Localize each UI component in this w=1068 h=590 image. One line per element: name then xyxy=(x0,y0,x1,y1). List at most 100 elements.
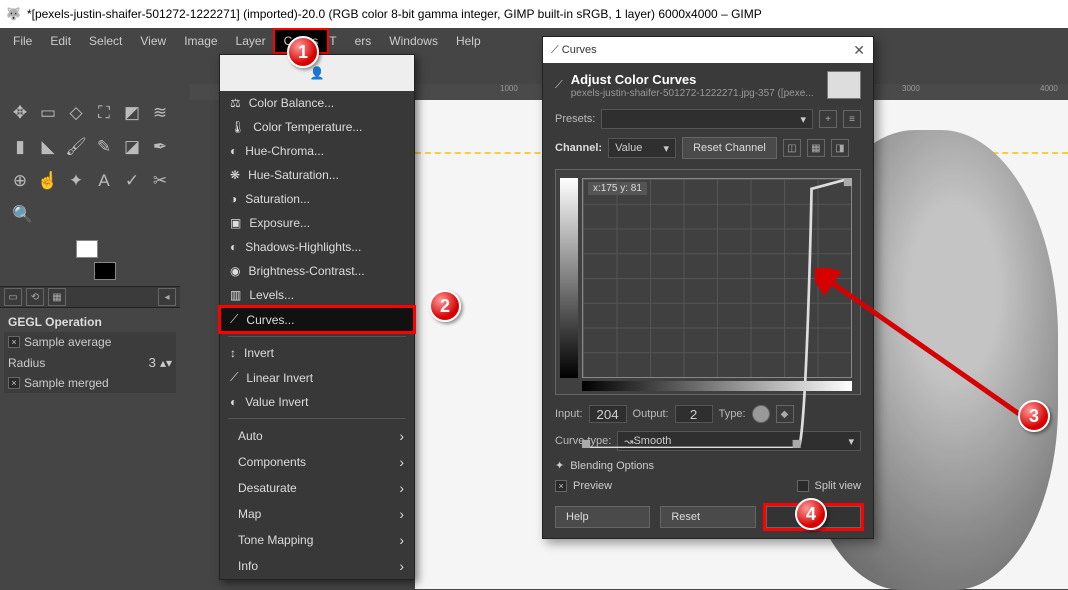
dialog-title: Adjust Color Curves xyxy=(571,72,697,87)
mi-invert[interactable]: ↕Invert xyxy=(220,341,414,365)
opt-radius[interactable]: Radius ▴▾ xyxy=(4,352,176,373)
reset-channel-button[interactable]: Reset Channel xyxy=(682,137,777,159)
dock-menu-icon[interactable]: ◂ xyxy=(158,288,176,306)
mi-exposure[interactable]: ▣Exposure... xyxy=(220,211,414,235)
curve-btn2-icon[interactable]: ▦ xyxy=(807,139,825,157)
dock-tab-history[interactable]: ⟲ xyxy=(26,288,44,306)
dock-tab-device[interactable]: ▭ xyxy=(4,288,22,306)
airbrush-tool[interactable]: ✒ xyxy=(149,133,171,161)
menu-tools-partial[interactable]: T xyxy=(327,30,345,52)
curve-path[interactable] xyxy=(582,178,852,448)
dock-tabbar: ▭ ⟲ ▦ ◂ xyxy=(0,286,180,308)
radius-input[interactable] xyxy=(120,355,156,370)
dock-tab-image[interactable]: ▦ xyxy=(48,288,66,306)
crop-tool[interactable]: ⛶ xyxy=(93,99,115,127)
eraser-tool[interactable]: ◪ xyxy=(121,133,143,161)
callout-2: 2 xyxy=(429,290,461,322)
gradient-horizontal xyxy=(582,381,852,391)
mi-linear-invert[interactable]: ⟋Linear Invert xyxy=(220,365,414,390)
annotation-arrow xyxy=(815,268,1045,438)
mi-components[interactable]: Components xyxy=(220,449,414,475)
mi-saturation[interactable]: ◑Saturation... xyxy=(220,187,414,211)
mi-hue-sat[interactable]: ❋Hue-Saturation... xyxy=(220,163,414,187)
path-tool[interactable]: ✦ xyxy=(65,167,87,195)
preview-thumb xyxy=(827,71,861,99)
menu-thumb: 👤 xyxy=(220,55,414,91)
fg-color[interactable] xyxy=(76,240,98,258)
help-button[interactable]: Help xyxy=(555,506,650,528)
gradient-vertical xyxy=(560,178,578,378)
mi-info[interactable]: Info xyxy=(220,553,414,579)
mi-tone[interactable]: Tone Mapping xyxy=(220,527,414,553)
transform-tool[interactable]: ◩ xyxy=(121,99,143,127)
gradient-tool[interactable]: ◣ xyxy=(37,133,59,161)
measure-tool[interactable]: ✂ xyxy=(149,167,171,195)
menu-windows[interactable]: Windows xyxy=(380,30,447,52)
mi-desaturate[interactable]: Desaturate xyxy=(220,475,414,501)
tool-options-title: GEGL Operation xyxy=(4,312,176,332)
coord-readout: x:175 y: 81 xyxy=(588,182,647,195)
mi-color-temp[interactable]: 🌡Color Temperature... xyxy=(220,115,414,139)
color-swatch[interactable] xyxy=(76,240,122,280)
bg-color[interactable] xyxy=(94,262,116,280)
picker-tool[interactable]: ✓ xyxy=(121,167,143,195)
split-checkbox[interactable] xyxy=(797,480,809,492)
free-select-tool[interactable]: ◇ xyxy=(65,99,87,127)
colors-dropdown: 👤 ⚖Color Balance... 🌡Color Temperature..… xyxy=(219,54,415,580)
mi-shadows[interactable]: ◐Shadows-Highlights... xyxy=(220,235,414,259)
text-tool[interactable]: A xyxy=(93,167,115,195)
mi-value-invert[interactable]: ◐Value Invert xyxy=(220,390,414,414)
opt-sample-average[interactable]: × Sample average xyxy=(4,332,176,352)
close-icon[interactable]: ✕ xyxy=(853,42,865,59)
curve-btn1-icon[interactable]: ◫ xyxy=(783,139,801,157)
blending-expander[interactable]: ✦ Blending Options xyxy=(543,455,873,476)
dialog-titlebar[interactable]: ⟋ Curves ✕ xyxy=(543,37,873,63)
expand-icon: ✦ xyxy=(555,459,564,472)
menu-file[interactable]: File xyxy=(4,30,41,52)
mi-auto[interactable]: Auto xyxy=(220,423,414,449)
callout-4: 4 xyxy=(795,498,827,530)
mi-hue-chroma[interactable]: ◐Hue-Chroma... xyxy=(220,139,414,163)
menu-image[interactable]: Image xyxy=(175,30,226,52)
menubar: File Edit Select View Image Layer Colors… xyxy=(0,28,1068,54)
gimp-icon: 🐺 xyxy=(6,7,21,21)
menu-select[interactable]: Select xyxy=(80,30,131,52)
move-tool[interactable]: ✥ xyxy=(9,99,31,127)
opt-sample-merged[interactable]: × Sample merged xyxy=(4,373,176,393)
curves-icon: ⟋ xyxy=(555,79,563,92)
bucket-tool[interactable]: ▮ xyxy=(9,133,31,161)
rect-select-tool[interactable]: ▭ xyxy=(37,99,59,127)
presets-dropdown[interactable]: ▾ xyxy=(601,109,813,129)
menu-layer[interactable]: Layer xyxy=(227,30,275,52)
menu-view[interactable]: View xyxy=(131,30,175,52)
smudge-tool[interactable]: ☝ xyxy=(37,167,59,195)
dialog-subtitle: pexels-justin-shaifer-501272-1222271.jpg… xyxy=(571,88,814,99)
tool-options: GEGL Operation × Sample average Radius ▴… xyxy=(0,308,180,397)
channel-dropdown[interactable]: Value▾ xyxy=(608,138,676,158)
curve-btn3-icon[interactable]: ◨ xyxy=(831,139,849,157)
mi-map[interactable]: Map xyxy=(220,501,414,527)
pencil-tool[interactable]: ✎ xyxy=(93,133,115,161)
preview-checkbox[interactable]: × xyxy=(555,480,567,492)
add-preset-icon[interactable]: + xyxy=(819,110,837,128)
callout-3: 3 xyxy=(1018,400,1050,432)
dialog-icon: ⟋ xyxy=(551,44,559,57)
clone-tool[interactable]: ⊕ xyxy=(9,167,31,195)
menu-help[interactable]: Help xyxy=(447,30,490,52)
mi-levels[interactable]: ▥Levels... xyxy=(220,283,414,307)
brush-tool[interactable]: 🖌 xyxy=(65,133,87,161)
zoom-tool[interactable]: 🔍 xyxy=(9,201,37,229)
menu-edit[interactable]: Edit xyxy=(41,30,80,52)
checkbox-off-icon[interactable]: × xyxy=(8,377,20,389)
warp-tool[interactable]: ≋ xyxy=(149,99,171,127)
mi-brightness[interactable]: ◉Brightness-Contrast... xyxy=(220,259,414,283)
reset-button[interactable]: Reset xyxy=(660,506,755,528)
checkbox-off-icon[interactable]: × xyxy=(8,336,20,348)
menu-filters[interactable]: ers xyxy=(346,30,381,52)
mi-color-balance[interactable]: ⚖Color Balance... xyxy=(220,91,414,115)
mi-curves[interactable]: ⟋Curves... xyxy=(220,307,414,332)
titlebar: 🐺 *[pexels-justin-shaifer-501272-1222271… xyxy=(0,0,1068,28)
preset-menu-icon[interactable]: ≡ xyxy=(843,110,861,128)
window-title: *[pexels-justin-shaifer-501272-1222271] … xyxy=(27,7,762,21)
stepper-icon[interactable]: ▴▾ xyxy=(160,356,172,370)
